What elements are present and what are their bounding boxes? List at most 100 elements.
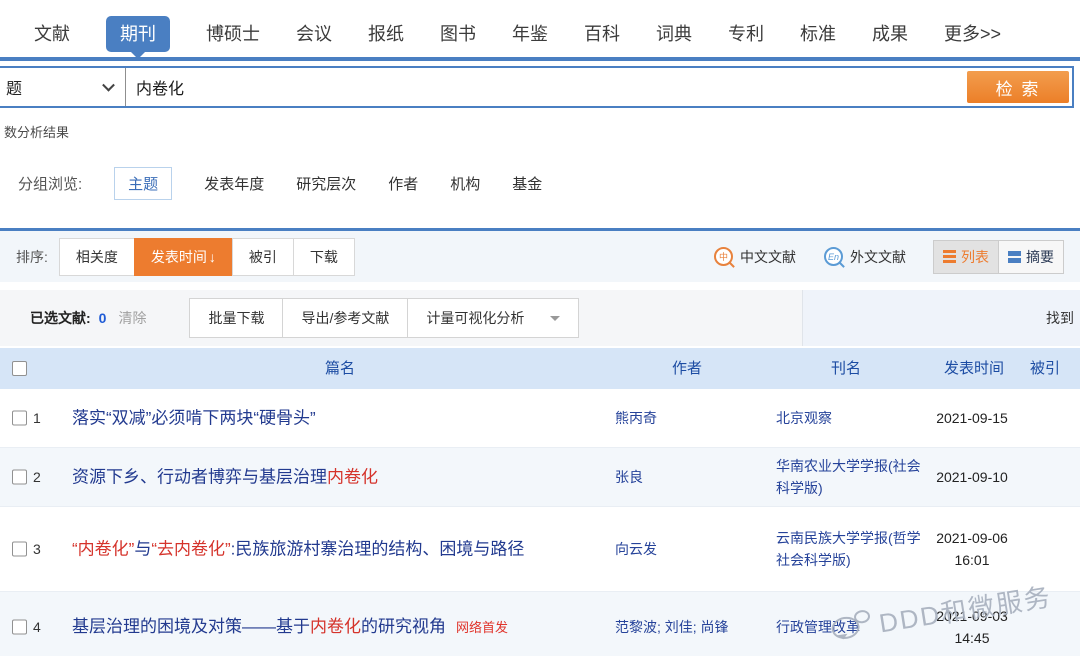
group-item-1[interactable]: 主题: [114, 167, 172, 200]
authors-link[interactable]: 范黎波; 刘佳; 尚锋: [615, 616, 765, 638]
page: 文献期刊博硕士会议报纸图书年鉴百科词典专利标准成果更多>> 题 检 索 数分析结…: [0, 0, 1080, 656]
magnifier-zh-icon: 中: [714, 247, 733, 266]
publish-datetime: 2021-09-0314:45: [916, 605, 1028, 649]
group-browse-bar: 分组浏览: 主题发表年度研究层次作者机构基金: [18, 168, 542, 198]
title-segment-red: “内卷化”: [72, 540, 134, 559]
nav-tab-10[interactable]: 专利: [728, 16, 764, 52]
nav-tab-6[interactable]: 图书: [440, 16, 476, 52]
article-title-link[interactable]: 资源下乡、行动者博弈与基层治理内卷化: [72, 463, 586, 492]
group-item-3[interactable]: 研究层次: [296, 173, 356, 194]
view-toggle-list[interactable]: 列表: [933, 240, 999, 274]
nav-tab-7[interactable]: 年鉴: [512, 16, 548, 52]
table-header: 篇名作者刊名发表时间被引: [0, 348, 1080, 389]
publish-time: 14:45: [916, 627, 1028, 649]
title-segment-blue: :民族旅游村寨治理的结构、困境与路径: [231, 540, 525, 559]
article-title-link[interactable]: 基层治理的困境及对策——基于内卷化的研究视角网络首发: [72, 612, 586, 642]
journal-link[interactable]: 北京观察: [776, 407, 928, 429]
publish-datetime: 2021-09-0616:01: [916, 527, 1028, 571]
table-row: 1 落实“双减”必须啃下两块“硬骨头” 熊丙奇北京观察2021-09-15: [0, 389, 1080, 448]
column-header-journal: 刊名: [831, 348, 861, 389]
view-toggle-abstract[interactable]: 摘要: [998, 240, 1064, 274]
group-item-6[interactable]: 基金: [512, 173, 542, 194]
toolbar-right-panel: [802, 290, 1080, 346]
row-checkbox[interactable]: [12, 619, 27, 634]
table-row: 4 基层治理的困境及对策——基于内卷化的研究视角网络首发 范黎波; 刘佳; 尚锋行政…: [0, 592, 1080, 656]
nav-tab-13[interactable]: 更多>>: [944, 16, 1001, 52]
lang-filter-zh[interactable]: 中中文文献: [714, 247, 796, 267]
sort-bar: 排序: 相关度发表时间↓被引下载 中中文文献En外文文献列表摘要: [0, 228, 1080, 282]
online-first-badge[interactable]: 网络首发: [456, 620, 508, 635]
publish-datetime: 2021-09-10: [916, 466, 1028, 488]
toolbar-button-1[interactable]: 批量下载: [189, 298, 283, 338]
select-all-checkbox[interactable]: [12, 361, 27, 376]
caret-down-icon: [550, 316, 560, 326]
column-header-date: 发表时间: [944, 348, 1004, 389]
row-checkbox[interactable]: [12, 542, 27, 557]
nav-tab-11[interactable]: 标准: [800, 16, 836, 52]
row-checkbox[interactable]: [12, 470, 27, 485]
sort-option-3[interactable]: 被引: [232, 238, 294, 276]
journal-link[interactable]: 行政管理改革: [776, 616, 928, 638]
search-field-selector-label: 题: [6, 75, 22, 99]
publish-time: 16:01: [916, 549, 1028, 571]
group-item-2[interactable]: 发表年度: [204, 173, 264, 194]
article-title-link[interactable]: “内卷化”与“去内卷化”:民族旅游村寨治理的结构、困境与路径: [72, 535, 586, 564]
title-segment-blue: 的研究视角: [361, 617, 446, 636]
toolbar-button-2[interactable]: 导出/参考文献: [282, 298, 408, 338]
column-header-cited: 被引: [1030, 348, 1060, 389]
result-rows: 1落实“双减”必须啃下两块“硬骨头”熊丙奇北京观察2021-09-152资源下乡…: [0, 389, 1080, 656]
publish-date: 2021-09-10: [916, 466, 1028, 488]
lang-filter-en[interactable]: En外文文献: [824, 247, 906, 267]
column-header-authors: 作者: [672, 348, 702, 389]
publish-date: 2021-09-06: [916, 527, 1028, 549]
journal-link[interactable]: 云南民族大学学报(哲学社会科学版): [776, 527, 928, 571]
publish-datetime: 2021-09-15: [916, 407, 1028, 429]
group-item-4[interactable]: 作者: [388, 173, 418, 194]
authors-link[interactable]: 向云发: [615, 538, 765, 560]
authors-link[interactable]: 熊丙奇: [615, 407, 765, 429]
title-segment-blue: 资源下乡、行动者博弈与基层治理: [72, 468, 327, 487]
view-toggle-label: 列表: [961, 247, 989, 267]
journal-link[interactable]: 华南农业大学学报(社会科学版): [776, 455, 928, 499]
nav-tab-4[interactable]: 会议: [296, 16, 332, 52]
sort-options: 相关度发表时间↓被引下载: [60, 238, 355, 276]
clear-selection-button[interactable]: 清除: [118, 308, 146, 328]
search-button[interactable]: 检 索: [967, 71, 1069, 103]
selected-docs-label: 已选文献:: [30, 308, 91, 328]
row-checkbox[interactable]: [12, 411, 27, 426]
sort-option-4[interactable]: 下载: [293, 238, 355, 276]
title-segment-red: “去内卷化”: [151, 540, 230, 559]
row-number: 1: [33, 410, 41, 426]
nav-underline: [0, 57, 1080, 61]
group-item-5[interactable]: 机构: [450, 173, 480, 194]
sort-option-2[interactable]: 发表时间↓: [134, 238, 233, 276]
lang-filter-label: 中文文献: [740, 247, 796, 267]
publish-date: 2021-09-15: [916, 407, 1028, 429]
publish-date: 2021-09-03: [916, 605, 1028, 627]
title-segment-blue: 落实“双减”必须啃下两块“硬骨头”: [72, 409, 316, 428]
nav-tab-9[interactable]: 词典: [656, 16, 692, 52]
nav-tab-2[interactable]: 期刊: [106, 16, 170, 52]
result-crumb: 数分析结果: [4, 122, 69, 141]
nav-tab-12[interactable]: 成果: [872, 16, 908, 52]
list-view-icon: [943, 250, 956, 253]
authors-link[interactable]: 张良: [615, 466, 765, 488]
view-toggle-label: 摘要: [1026, 247, 1054, 267]
nav-tab-3[interactable]: 博硕士: [206, 16, 260, 52]
toolbar-buttons: 批量下载导出/参考文献计量可视化分析: [190, 298, 579, 338]
search-input[interactable]: [126, 68, 964, 106]
nav-tab-1[interactable]: 文献: [34, 16, 70, 52]
row-number: 3: [33, 541, 41, 557]
chevron-down-icon: [102, 79, 115, 92]
lang-filter-label: 外文文献: [850, 247, 906, 267]
found-label: 找到: [1046, 308, 1074, 328]
sort-option-1[interactable]: 相关度: [59, 238, 135, 276]
search-field-selector[interactable]: 题: [0, 68, 126, 106]
nav-tab-8[interactable]: 百科: [584, 16, 620, 52]
toolbar-button-3[interactable]: 计量可视化分析: [407, 298, 579, 338]
title-segment-blue: 与: [134, 540, 151, 559]
nav-tab-5[interactable]: 报纸: [368, 16, 404, 52]
article-title-link[interactable]: 落实“双减”必须啃下两块“硬骨头”: [72, 404, 586, 433]
top-nav: 文献期刊博硕士会议报纸图书年鉴百科词典专利标准成果更多>>: [34, 16, 1001, 52]
row-number: 4: [33, 619, 41, 635]
